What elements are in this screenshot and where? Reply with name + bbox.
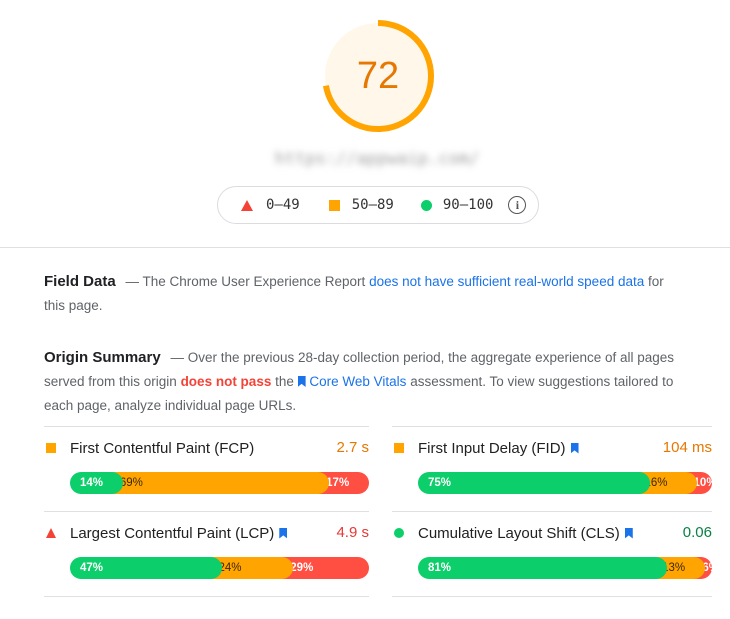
metric-value: 2.7 s: [336, 439, 369, 456]
red-triangle-icon: [46, 528, 56, 538]
distribution-bar: 47% 24% 29%: [70, 557, 369, 579]
legend-label: 0–49: [266, 197, 300, 213]
legend-item-poor: 0–49: [241, 197, 300, 213]
metric-header: Cumulative Layout Shift (CLS) 0.06: [392, 522, 712, 544]
metric-name: First Contentful Paint (FCP): [70, 439, 255, 457]
metric-name: Cumulative Layout Shift (CLS): [418, 524, 620, 542]
score-legend: 0–49 50–89 90–100 i: [217, 186, 539, 224]
orange-square-icon: [46, 443, 56, 453]
distribution-segment-good: 47%: [70, 557, 222, 579]
info-icon[interactable]: i: [508, 196, 527, 214]
metric-value: 104 ms: [662, 439, 712, 456]
field-data-text: — The Chrome User Experience Report: [125, 274, 370, 289]
green-circle-icon: [420, 199, 432, 211]
distribution-bar: 75% 16% 10%: [418, 472, 717, 494]
distribution-segment-good: 81%: [418, 557, 668, 579]
metric-divider: [44, 511, 369, 512]
metric-divider: [392, 511, 712, 512]
core-web-vitals-label: Core Web Vitals: [309, 374, 407, 389]
orange-square-icon: [394, 443, 404, 453]
origin-summary-text-mid: the: [271, 374, 298, 389]
legend-item-good: 90–100: [420, 197, 494, 213]
distribution-segment-good: 75%: [418, 472, 650, 494]
green-circle-icon: [394, 528, 404, 538]
red-triangle-icon: [241, 199, 253, 211]
core-web-vitals-link[interactable]: Core Web Vitals: [297, 374, 407, 389]
bookmark-icon: [279, 527, 288, 539]
distribution-segment-good: 14%: [70, 472, 123, 494]
orange-square-icon: [328, 199, 340, 211]
metric-divider: [392, 426, 712, 427]
metric-header: Largest Contentful Paint (LCP) 4.9 s: [44, 522, 369, 544]
distribution-bar: 81% 13% 6%: [418, 557, 719, 579]
origin-summary-title: Origin Summary: [44, 349, 161, 366]
origin-summary-section: Origin Summary — Over the previous 28-da…: [44, 346, 684, 418]
tested-url: https://appwaip.com/: [274, 149, 480, 169]
bookmark-icon: [624, 527, 633, 539]
metric-header: First Input Delay (FID) 104 ms: [392, 437, 712, 459]
metric-divider: [44, 596, 369, 597]
distribution-bar: 14% 69% 17%: [70, 472, 369, 494]
performance-score: 72: [356, 54, 400, 97]
performance-score-gauge: 72: [320, 18, 436, 134]
metric-header: First Contentful Paint (FCP) 2.7 s: [44, 437, 369, 459]
fail-status: does not pass: [180, 374, 272, 389]
metric-divider: [44, 426, 369, 427]
metric-value: 4.9 s: [336, 524, 369, 541]
legend-item-average: 50–89: [328, 197, 394, 213]
metric-value: 0.06: [682, 524, 712, 541]
legend-label: 50–89: [351, 197, 394, 213]
field-data-title: Field Data: [44, 273, 116, 290]
bookmark-icon: [297, 376, 306, 387]
metric-divider: [392, 596, 712, 597]
distribution-segment-average: 69%: [100, 472, 330, 494]
field-data-link[interactable]: does not have sufficient real-world spee…: [369, 274, 644, 289]
bookmark-icon: [570, 442, 579, 454]
section-divider: [0, 247, 730, 248]
metric-name: First Input Delay (FID): [418, 439, 566, 457]
legend-label: 90–100: [442, 197, 494, 213]
field-data-section: Field Data — The Chrome User Experience …: [44, 270, 664, 318]
metric-name: Largest Contentful Paint (LCP): [70, 524, 275, 542]
